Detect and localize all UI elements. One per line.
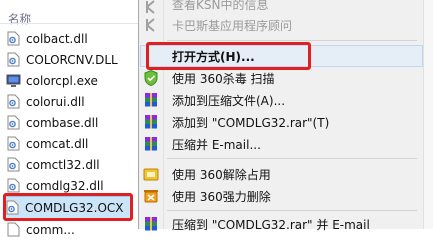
menu-item-kaspersky-advisor[interactable]: 卡巴斯基应用程序顾问	[139, 14, 424, 36]
file-name: combase.dll	[26, 115, 99, 130]
file-row[interactable]: colorcpl.exe	[6, 70, 134, 91]
menu-item-label: 使用 360解除占用	[172, 167, 271, 182]
menu-item-label: 添加到 "COMDLG32.rar"(T)	[172, 115, 330, 130]
file-name: colorui.dll	[26, 94, 85, 109]
menu-item-label: 压缩并 E-mail...	[172, 137, 261, 152]
header-divider	[0, 23, 140, 24]
menu-item-label: 使用 360杀毒 扫描	[172, 71, 275, 86]
red-highlight-box-open-with	[146, 42, 311, 70]
menu-separator	[167, 210, 417, 211]
menu-item-label: 添加到压缩文件(A)...	[172, 93, 286, 108]
dll-file-icon	[7, 52, 20, 67]
dll-file-icon	[7, 222, 20, 237]
file-row[interactable]: COLORCNV.DLL	[6, 49, 134, 70]
file-row[interactable]: colbact.dll	[6, 28, 134, 49]
menu-item-add-to-archive[interactable]: 添加到压缩文件(A)...	[139, 89, 424, 111]
winrar-icon	[145, 217, 157, 231]
kaspersky-icon	[146, 18, 155, 32]
winrar-icon	[145, 115, 157, 129]
menu-item-add-to-rar[interactable]: 添加到 "COMDLG32.rar"(T)	[139, 111, 424, 133]
dll-file-icon	[7, 178, 20, 193]
file-name: comcat.dll	[26, 136, 89, 151]
file-row[interactable]: combase.dll	[6, 112, 134, 133]
file-name: colbact.dll	[26, 31, 88, 46]
file-row[interactable]: comcat.dll	[6, 133, 134, 154]
dll-file-icon	[7, 94, 20, 109]
exe-file-icon	[6, 74, 21, 87]
background-window-edge	[423, 0, 433, 229]
dll-file-icon	[7, 157, 20, 172]
file-name: comctl32.dll	[26, 157, 100, 172]
file-name: COLORCNV.DLL	[26, 52, 118, 67]
360-delete-icon	[144, 190, 158, 203]
file-row[interactable]: comctl32.dll	[6, 154, 134, 175]
dll-file-icon	[7, 115, 20, 130]
dll-file-icon	[7, 136, 20, 151]
menu-item-compress-email[interactable]: 压缩并 E-mail...	[139, 133, 424, 155]
winrar-icon	[145, 93, 157, 107]
file-name: colorcpl.exe	[26, 73, 98, 88]
360-unlock-icon	[143, 168, 159, 181]
menu-item-360-unlock[interactable]: 使用 360解除占用	[139, 163, 424, 185]
dll-file-icon	[7, 31, 20, 46]
menu-item-compress-rar-email[interactable]: 压缩到 "COMDLG32.rar" 并 E-mail	[139, 213, 424, 235]
file-name: comm...	[26, 222, 75, 237]
file-row[interactable]: comm...	[6, 219, 134, 240]
winrar-icon	[145, 137, 157, 151]
360-shield-icon	[144, 69, 158, 87]
menu-item-360-scan[interactable]: 使用 360杀毒 扫描	[139, 67, 424, 89]
menu-item-360-force-delete[interactable]: 使用 360强力删除	[139, 185, 424, 207]
menu-item-label: 查看KSN中的信息	[172, 0, 269, 12]
menu-separator	[167, 158, 417, 159]
menu-separator	[167, 40, 417, 41]
menu-item-label: 卡巴斯基应用程序顾问	[172, 18, 293, 33]
menu-item-label: 压缩到 "COMDLG32.rar" 并 E-mail	[172, 217, 370, 232]
menu-item-label: 使用 360强力删除	[172, 189, 271, 204]
context-menu: 查看KSN中的信息 卡巴斯基应用程序顾问 打开方式(H)... 使用 360杀毒…	[138, 0, 424, 232]
column-header-name[interactable]: 名称	[8, 11, 31, 27]
red-highlight-box-file	[3, 193, 133, 221]
file-row[interactable]: colorui.dll	[6, 91, 134, 112]
file-name: comdlg32.dll	[26, 178, 104, 193]
